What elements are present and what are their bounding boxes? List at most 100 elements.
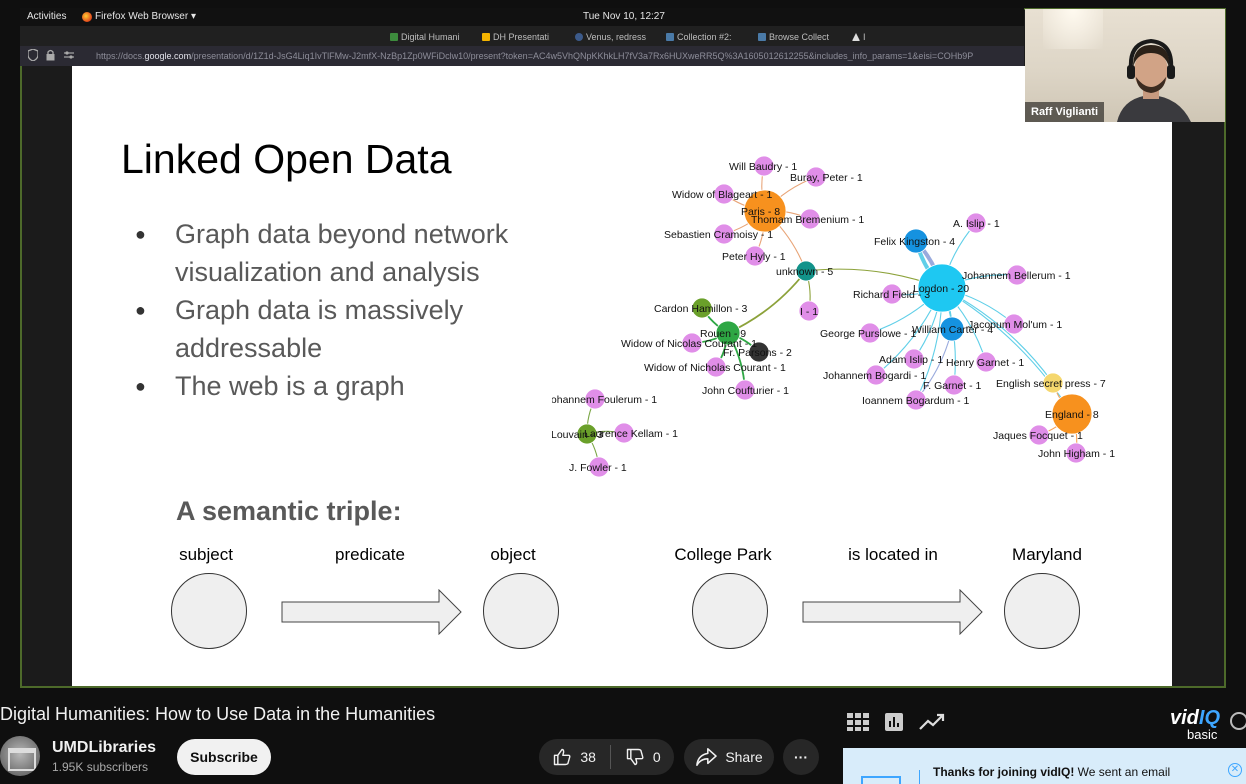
triple-heading: A semantic triple:	[176, 496, 402, 526]
graph-node-label: F. Garnet - 1	[923, 380, 982, 392]
subject-circle	[171, 573, 247, 649]
graph-node-label: George Purslowe - 1	[820, 328, 916, 340]
like-button[interactable]: 38	[552, 747, 596, 767]
graph-node-label: English secret press - 7	[996, 378, 1106, 390]
example-subject-label: College Park	[674, 545, 772, 564]
warning-icon	[852, 33, 860, 41]
channel-avatar[interactable]	[0, 736, 40, 776]
graph-node-label: John Higham - 1	[1038, 448, 1115, 460]
page-icon	[575, 33, 583, 41]
video-title: Digital Humanities: How to Use Data in t…	[0, 704, 436, 724]
page-icon	[666, 33, 674, 41]
graph-node-label: J. Fowler - 1	[569, 462, 627, 474]
object-circle	[483, 573, 559, 649]
app-menu: Firefox Web Browser ▾	[82, 11, 196, 22]
right-arrow-icon	[281, 589, 462, 635]
graph-node-label: Jaques Focquet - 1	[993, 430, 1083, 442]
graph-node-label: England - 8	[1045, 409, 1099, 421]
graph-node-label: A. Islip - 1	[953, 218, 1000, 230]
browser-tab: Collection #2:	[666, 30, 744, 44]
vidiq-tools	[847, 713, 945, 731]
browser-tab: Digital Humani	[390, 30, 472, 44]
graph-node-label: Johannem Bellerum - 1	[962, 270, 1071, 282]
grid-icon[interactable]	[847, 713, 869, 731]
graph-node-label: Peter Hyly - 1	[722, 251, 786, 263]
subscribe-button[interactable]: Subscribe	[177, 739, 271, 775]
share-icon	[696, 748, 718, 766]
bullet-item: ● Graph data beyond network visualization…	[132, 216, 572, 291]
triple-object-label: object	[490, 545, 536, 564]
video-player[interactable]: Activities Firefox Web Browser ▾ Tue Nov…	[0, 0, 1246, 690]
browser-tab: Venus, redress	[575, 30, 655, 44]
graph-node-label: Richard Field - 3	[853, 289, 930, 301]
browser-tab-strip: Digital Humani DH Presentati Collection …	[20, 26, 1024, 46]
graph-node-label: Johannem Bogardi - 1	[823, 370, 926, 382]
graph-node-label: Ioannem Bogardum - 1	[862, 395, 970, 407]
more-icon: ···	[794, 749, 808, 765]
graph-node-label: Thomam Bremenium - 1	[751, 214, 864, 226]
presentation-slide: Linked Open Data ● Graph data beyond netw…	[72, 66, 1172, 686]
graph-edges	[586, 165, 1078, 468]
graph-node-label: Iohannem Foulerum - 1	[552, 394, 657, 406]
lock-icon	[46, 49, 55, 61]
app-menu-label: Firefox Web Browser ▾	[95, 11, 196, 22]
toast-message: Thanks for joining vidIQ! We sent an ema…	[933, 765, 1171, 779]
graph-node-label: Buray, Peter - 1	[790, 172, 863, 184]
desktop-top-bar: Activities Firefox Web Browser ▾ Tue Nov…	[20, 8, 1024, 26]
college-park-circle	[692, 573, 768, 649]
graph-node-label: Henry Garnet - 1	[946, 357, 1024, 369]
bar-chart-icon[interactable]	[885, 713, 903, 731]
mail-illustration-icon	[861, 776, 901, 784]
url-icons	[28, 49, 75, 61]
triple-subject-label: subject	[179, 545, 233, 564]
expand-icon[interactable]	[1230, 712, 1246, 730]
browser-tab: DH Presentati	[482, 30, 564, 44]
browser-url-bar: https://docs.google.com/presentation/d/1…	[20, 46, 1024, 66]
bullet-dot-icon: ●	[135, 224, 146, 244]
sheets-icon	[390, 33, 398, 41]
graph-node-label: Jacopum Mol'um - 1	[968, 319, 1062, 331]
graph-node-label: Widow of Blageart - 1	[672, 189, 773, 201]
like-dislike-group: 38 0	[539, 739, 674, 775]
more-actions-button[interactable]: ···	[783, 739, 819, 775]
graph-node-label: Cardon Hamillon - 3	[654, 303, 748, 315]
triple-predicate-label: predicate	[335, 545, 405, 564]
slide-title: Linked Open Data	[121, 136, 452, 182]
graph-node-label: Fr. Parsons - 2	[723, 347, 792, 359]
channel-name[interactable]: UMDLibraries	[52, 739, 156, 757]
dislike-count: 0	[652, 749, 661, 765]
graph-node-label: I - 1	[800, 306, 818, 318]
vidiq-plan: basic	[1187, 727, 1218, 742]
trending-icon[interactable]	[919, 713, 945, 731]
page-icon	[758, 33, 766, 41]
graph-node-label: Adam Islip - 1	[879, 354, 943, 366]
permissions-icon	[64, 51, 74, 59]
right-arrow-icon	[802, 589, 983, 635]
bullet-list: ● Graph data beyond network visualization…	[132, 216, 572, 407]
example-predicate-label: is located in	[848, 545, 938, 564]
presenter-name: Raff Viglianti	[1025, 102, 1105, 122]
subscriber-count: 1.95K subscribers	[52, 760, 149, 774]
like-count: 38	[580, 749, 596, 765]
toast-close-icon[interactable]: ✕	[1228, 763, 1242, 777]
bullet-dot-icon: ●	[135, 376, 146, 396]
maryland-circle	[1004, 573, 1080, 649]
graph-node-label: Widow of Nicholas Courant - 1	[644, 362, 786, 374]
network-graph: Will Baudry - 1Buray, Peter - 1 Widow of …	[552, 155, 1115, 478]
graph-node-label: John Coufturier - 1	[702, 385, 789, 397]
url-text: https://docs.google.com/presentation/d/1…	[96, 51, 974, 61]
activities-button: Activities	[27, 11, 67, 22]
webcam-overlay: Raff Viglianti	[1025, 9, 1225, 122]
firefox-icon	[82, 11, 92, 22]
thumbs-down-icon	[626, 748, 644, 766]
bullet-dot-icon: ●	[135, 300, 146, 320]
graph-node-label: Sebastien Cramoisy - 1	[664, 229, 773, 241]
dislike-button[interactable]: 0	[625, 747, 661, 767]
graph-edge	[727, 270, 807, 334]
graph-node-label: unknown - 5	[776, 266, 833, 278]
share-button[interactable]: Share	[684, 739, 774, 775]
graph-node-label: Felix Kingston - 4	[874, 236, 955, 248]
screen: Activities Firefox Web Browser ▾ Tue Nov…	[0, 0, 1246, 784]
shield-icon	[28, 49, 38, 61]
graph-node-label: Will Baudry - 1	[729, 161, 797, 173]
